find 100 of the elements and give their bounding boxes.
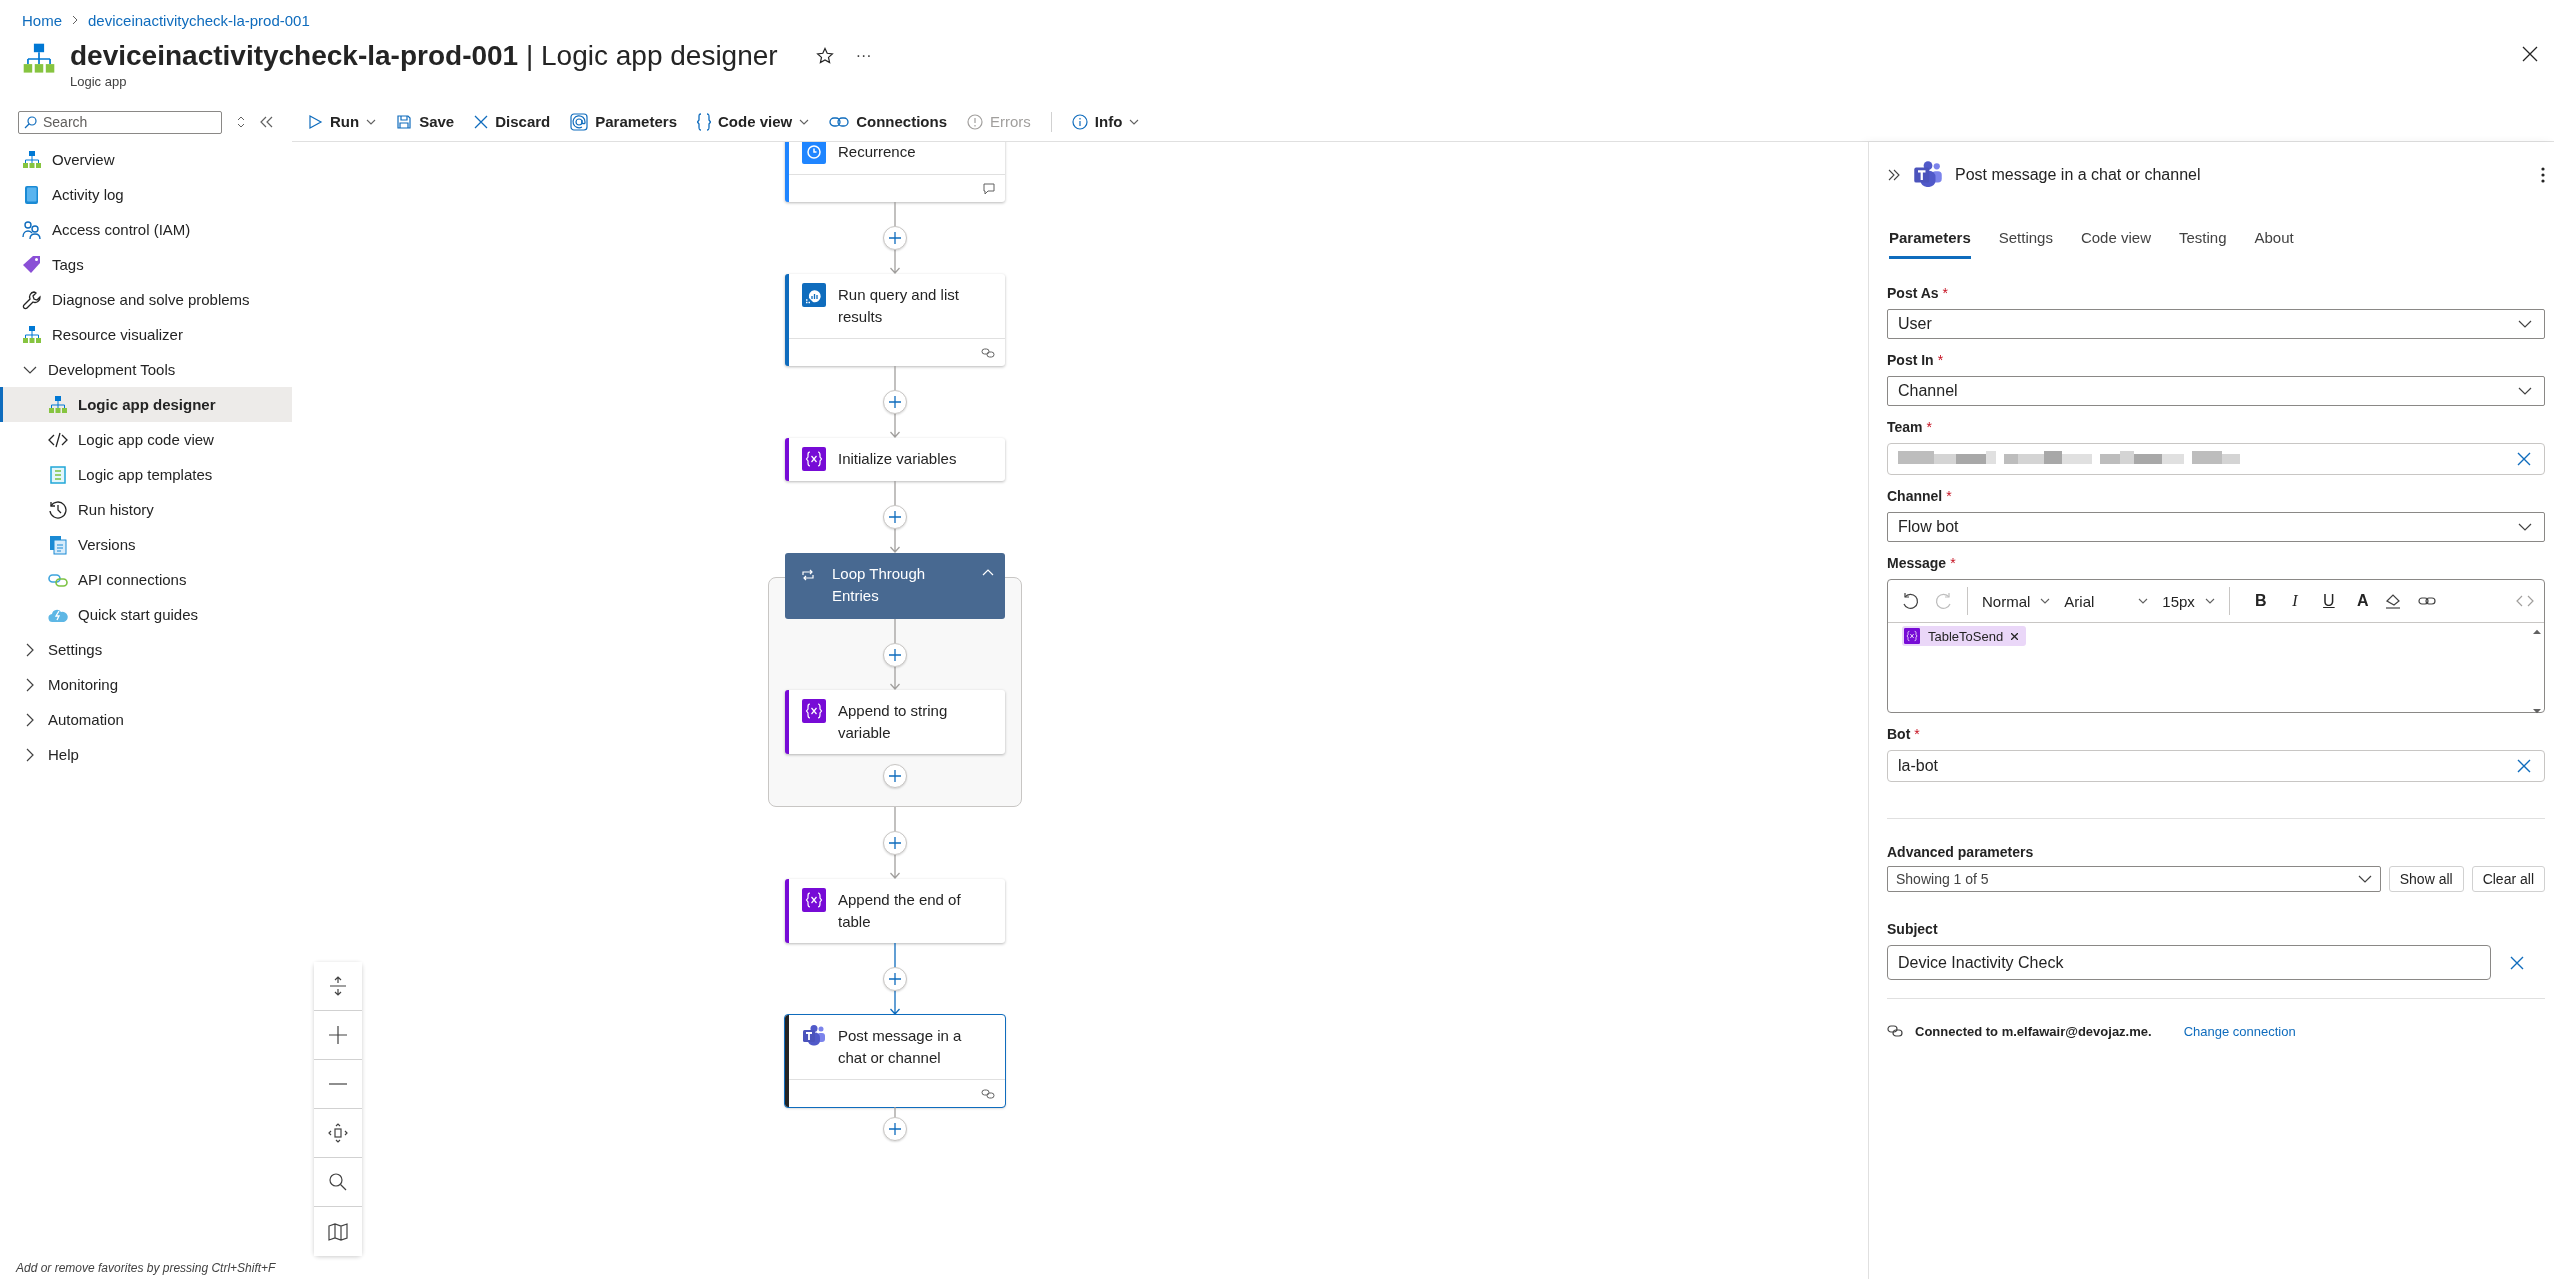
- sidebar-item[interactable]: Logic app designer: [0, 387, 292, 422]
- clear-icon[interactable]: [2509, 954, 2525, 971]
- comment-icon[interactable]: [983, 182, 995, 195]
- minus-icon: [329, 1083, 347, 1085]
- token-chip[interactable]: TableToSend: [1902, 626, 2027, 646]
- clear-icon[interactable]: [2516, 758, 2532, 774]
- expand-icon[interactable]: [1887, 168, 1901, 182]
- tab[interactable]: Testing: [2179, 218, 2227, 259]
- sidebar-item[interactable]: API connections: [0, 562, 292, 597]
- toolbar-button[interactable]: Code view: [697, 112, 810, 131]
- sidebar-item[interactable]: Tags: [0, 247, 292, 282]
- format-button[interactable]: U: [2311, 586, 2346, 616]
- sidebar-item[interactable]: Help: [0, 737, 292, 772]
- add-step-button[interactable]: [883, 390, 907, 414]
- action-card[interactable]: Run query and list results: [785, 274, 1005, 366]
- braces-icon: [697, 112, 711, 131]
- action-card[interactable]: Post message in a chat or channel: [785, 1015, 1005, 1107]
- zoom-in-button[interactable]: [314, 1011, 362, 1060]
- message-editor[interactable]: Normal Arial 15px B I U A TableToSend: [1887, 579, 2545, 713]
- toolbar-button[interactable]: Parameters: [570, 112, 677, 131]
- add-step-button[interactable]: [883, 505, 907, 529]
- tab[interactable]: Code view: [2080, 218, 2151, 259]
- more-icon[interactable]: [2541, 167, 2545, 183]
- font-dropdown[interactable]: Arial: [2064, 586, 2149, 616]
- undo-icon[interactable]: [1901, 592, 1919, 610]
- input-field[interactable]: [1887, 443, 2545, 475]
- fit-view-button[interactable]: [314, 1109, 362, 1158]
- action-card[interactable]: Append to string variable: [785, 690, 1005, 754]
- variable-icon: [802, 699, 826, 723]
- chevron-down-icon: [2204, 598, 2215, 604]
- chevron-down-icon[interactable]: [2518, 320, 2532, 328]
- sidebar-item[interactable]: Quick start guides: [0, 597, 292, 632]
- format-button[interactable]: B: [2243, 586, 2278, 616]
- clear-icon[interactable]: [2516, 451, 2532, 467]
- action-card[interactable]: Append the end of table: [785, 879, 1005, 943]
- star-icon[interactable]: [815, 47, 834, 65]
- size-dropdown[interactable]: 15px: [2162, 586, 2215, 616]
- search-button[interactable]: [314, 1158, 362, 1207]
- collapse-icon[interactable]: [260, 116, 274, 128]
- add-step-button[interactable]: [883, 1117, 907, 1141]
- action-card[interactable]: Recurrence: [785, 142, 1005, 202]
- field-label: Post In: [1887, 352, 1934, 368]
- change-connection-link[interactable]: Change connection: [2183, 1023, 2296, 1039]
- sidebar-item[interactable]: Run history: [0, 492, 292, 527]
- tab[interactable]: Settings: [1998, 218, 2053, 259]
- tab[interactable]: About: [2254, 218, 2294, 259]
- action-button[interactable]: Clear all: [2471, 866, 2545, 892]
- sidebar-item[interactable]: Development Tools: [0, 352, 292, 387]
- paint-bucket-icon[interactable]: [2383, 592, 2402, 610]
- sidebar-item[interactable]: Access control (IAM): [0, 212, 292, 247]
- sidebar-item[interactable]: Automation: [0, 702, 292, 737]
- sidebar-item[interactable]: Overview: [0, 142, 292, 177]
- more-button[interactable]: ···: [851, 47, 876, 65]
- sidebar-item[interactable]: Diagnose and solve problems: [0, 282, 292, 317]
- action-card[interactable]: Initialize variables: [785, 438, 1005, 481]
- remove-icon[interactable]: [2011, 632, 2019, 640]
- sidebar-item[interactable]: Resource visualizer: [0, 317, 292, 352]
- sidebar-item[interactable]: Logic app code view: [0, 422, 292, 457]
- add-step-button[interactable]: [883, 967, 907, 991]
- sidebar-item[interactable]: Versions: [0, 527, 292, 562]
- breadcrumb-link[interactable]: Home: [22, 11, 62, 29]
- chevron-down-icon[interactable]: [2518, 387, 2532, 395]
- minimap-button[interactable]: [314, 1207, 362, 1256]
- dropdown[interactable]: User: [1887, 309, 2545, 339]
- breadcrumb-link[interactable]: deviceinactivitycheck-la-prod-001: [88, 11, 310, 29]
- format-button[interactable]: I: [2277, 586, 2312, 616]
- error-icon: [967, 113, 983, 130]
- sort-icon[interactable]: [236, 115, 246, 129]
- search-field[interactable]: Search: [18, 110, 222, 134]
- fit-height-button[interactable]: [314, 962, 362, 1011]
- sidebar-item[interactable]: Monitoring: [0, 667, 292, 702]
- toolbar-button[interactable]: Run: [307, 113, 377, 130]
- connector-arrow: [889, 943, 901, 1015]
- dropdown[interactable]: Flow bot: [1887, 512, 2545, 542]
- close-icon[interactable]: [2520, 44, 2540, 64]
- sidebar-item[interactable]: Activity log: [0, 177, 292, 212]
- toolbar-button[interactable]: Connections: [829, 113, 947, 130]
- add-step-button[interactable]: [883, 831, 907, 855]
- dropdown[interactable]: Channel: [1887, 376, 2545, 406]
- loop-card[interactable]: Loop Through Entries: [785, 553, 1005, 619]
- format-button[interactable]: A: [2345, 586, 2380, 616]
- input-field[interactable]: Device Inactivity Check: [1887, 945, 2491, 980]
- input-field[interactable]: la-bot: [1887, 750, 2545, 782]
- tab[interactable]: Parameters: [1889, 218, 1971, 259]
- toolbar-button[interactable]: Save: [396, 113, 455, 130]
- logic-app-icon: [22, 42, 56, 76]
- toolbar-button[interactable]: Discard: [474, 113, 551, 130]
- close-icon: [474, 114, 489, 129]
- sidebar-item[interactable]: Logic app templates: [0, 457, 292, 492]
- chevron-down-icon[interactable]: [2357, 875, 2372, 883]
- add-step-button[interactable]: [883, 226, 907, 250]
- action-title: Initialize variables: [838, 449, 957, 469]
- sidebar-item[interactable]: Settings: [0, 632, 292, 667]
- chevron-down-icon[interactable]: [2518, 523, 2532, 531]
- action-button[interactable]: Show all: [2388, 866, 2464, 892]
- plus-icon: [889, 770, 901, 782]
- toolbar-button[interactable]: Info: [1071, 113, 1140, 130]
- required-mark: *: [1926, 419, 1932, 435]
- dropdown[interactable]: Showing 1 of 5: [1887, 866, 2381, 892]
- style-dropdown[interactable]: Normal: [1982, 586, 2051, 616]
